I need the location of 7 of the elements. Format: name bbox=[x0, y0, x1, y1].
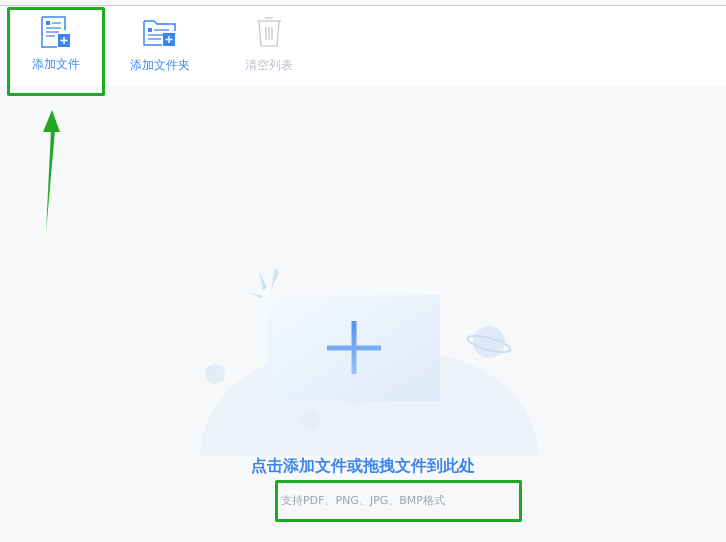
supported-formats-hint: 支持PDF、PNG、JPG、BMP格式 bbox=[281, 493, 445, 508]
drop-instruction: 点击添加文件或拖拽文件到此处 bbox=[251, 456, 475, 477]
add-folder-button[interactable]: 添加文件夹 bbox=[104, 6, 216, 86]
add-file-icon bbox=[41, 16, 71, 48]
trash-icon bbox=[256, 17, 282, 47]
add-folder-icon bbox=[143, 19, 177, 47]
add-file-button[interactable]: 添加文件 bbox=[8, 6, 104, 86]
